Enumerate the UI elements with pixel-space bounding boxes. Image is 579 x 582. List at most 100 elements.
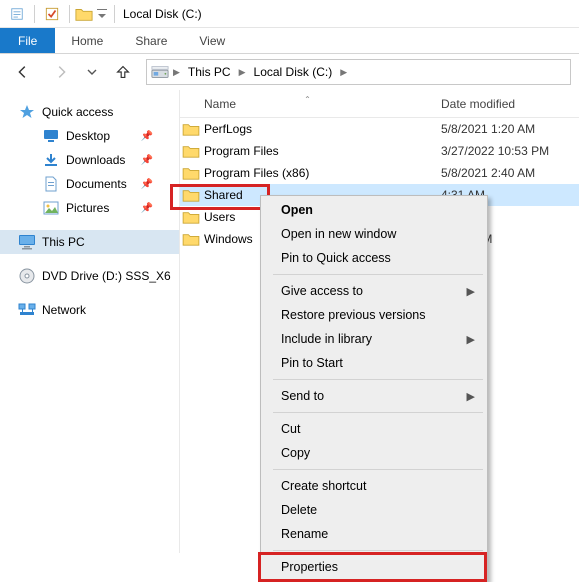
tab-file[interactable]: File (0, 28, 55, 53)
breadcrumb-label: This PC (188, 65, 231, 79)
menu-label: Include in library (281, 332, 372, 346)
menu-properties[interactable]: Properties (263, 555, 485, 579)
nav-back-button[interactable] (8, 59, 38, 85)
breadcrumb-local-disk[interactable]: Local Disk (C:) (250, 60, 337, 84)
documents-icon (42, 175, 60, 193)
menu-separator (273, 469, 483, 470)
nav-documents[interactable]: Documents 📌 (0, 172, 179, 196)
tab-view[interactable]: View (183, 28, 241, 53)
qat-checkbox-icon[interactable] (39, 3, 65, 25)
item-name: PerfLogs (204, 122, 435, 136)
nav-quick-access[interactable]: Quick access (0, 100, 179, 124)
nav-network[interactable]: Network (0, 298, 179, 322)
menu-open[interactable]: Open (263, 198, 485, 222)
disc-icon (18, 267, 36, 285)
folder-icon (180, 210, 204, 224)
nav-item-label: Network (42, 303, 86, 317)
menu-label: Give access to (281, 284, 363, 298)
menu-label: Pin to Start (281, 356, 343, 370)
tab-home[interactable]: Home (55, 28, 119, 53)
menu-label: Rename (281, 527, 328, 541)
menu-label: Properties (281, 560, 338, 574)
menu-include-in-library[interactable]: Include in library ▶ (263, 327, 485, 351)
item-date: 5/8/2021 2:40 AM (435, 166, 579, 180)
nav-item-label: Downloads (66, 153, 125, 167)
chevron-right-icon[interactable]: ▶ (237, 67, 248, 78)
menu-create-shortcut[interactable]: Create shortcut (263, 474, 485, 498)
folder-icon (180, 144, 204, 158)
titlebar-divider (114, 5, 115, 23)
pin-icon: 📌 (141, 131, 153, 142)
list-item[interactable]: Program Files 3/27/2022 10:53 PM (180, 140, 579, 162)
ribbon-tabs: File Home Share View (0, 28, 579, 54)
list-item[interactable]: PerfLogs 5/8/2021 1:20 AM (180, 118, 579, 140)
tab-share[interactable]: Share (119, 28, 183, 53)
menu-pin-quick-access[interactable]: Pin to Quick access (263, 246, 485, 270)
menu-give-access-to[interactable]: Give access to▶ (263, 279, 485, 303)
item-name: Program Files (204, 144, 435, 158)
nav-history-dropdown[interactable] (84, 59, 100, 85)
nav-desktop[interactable]: Desktop 📌 (0, 124, 179, 148)
chevron-right-icon: ▶ (467, 333, 475, 346)
column-label: Name (204, 97, 236, 111)
qat-dropdown-icon[interactable] (94, 3, 110, 25)
column-label: Date modified (441, 97, 515, 111)
menu-cut[interactable]: Cut (263, 417, 485, 441)
nav-forward-button[interactable] (46, 59, 76, 85)
pictures-icon (42, 199, 60, 217)
address-bar[interactable]: ▶ This PC ▶ Local Disk (C:) ▶ (146, 59, 571, 85)
titlebar: Local Disk (C:) (0, 0, 579, 28)
chevron-right-icon[interactable]: ▶ (338, 67, 349, 78)
nav-downloads[interactable]: Downloads 📌 (0, 148, 179, 172)
menu-label: Pin to Quick access (281, 251, 391, 265)
item-date: 5/8/2021 1:20 AM (435, 122, 579, 136)
menu-separator (273, 412, 483, 413)
menu-label: Delete (281, 503, 317, 517)
menu-separator (273, 274, 483, 275)
context-menu: Open Open in new window Pin to Quick acc… (260, 195, 488, 582)
desktop-icon (42, 127, 60, 145)
nav-item-label: Desktop (66, 129, 110, 143)
menu-separator (273, 550, 483, 551)
menu-restore-previous[interactable]: Restore previous versions (263, 303, 485, 327)
pin-icon: 📌 (141, 179, 153, 190)
menu-pin-to-start[interactable]: Pin to Start (263, 351, 485, 375)
breadcrumb-this-pc[interactable]: This PC (184, 60, 235, 84)
nav-this-pc[interactable]: This PC (0, 230, 179, 254)
folder-icon (180, 166, 204, 180)
network-icon (18, 301, 36, 319)
menu-separator (273, 379, 483, 380)
chevron-right-icon[interactable]: ▶ (171, 67, 182, 78)
downloads-icon (42, 151, 60, 169)
menu-copy[interactable]: Copy (263, 441, 485, 465)
column-name[interactable]: ⌃ Name (180, 97, 435, 111)
nav-item-label: Quick access (42, 105, 113, 119)
titlebar-divider (69, 5, 70, 23)
nav-item-label: Documents (66, 177, 127, 191)
nav-up-button[interactable] (108, 59, 138, 85)
menu-label: Open in new window (281, 227, 396, 241)
nav-item-label: This PC (42, 235, 85, 249)
menu-send-to[interactable]: Send to ▶ (263, 384, 485, 408)
titlebar-folder-icon (74, 5, 94, 23)
menu-rename[interactable]: Rename (263, 522, 485, 546)
nav-dvd-drive[interactable]: DVD Drive (D:) SSS_X6… (0, 264, 179, 288)
menu-delete[interactable]: Delete (263, 498, 485, 522)
breadcrumb-label: Local Disk (C:) (254, 65, 333, 79)
menu-label: Copy (281, 446, 310, 460)
menu-label: Send to (281, 389, 324, 403)
drive-icon (151, 64, 169, 80)
nav-item-label: DVD Drive (D:) SSS_X6… (42, 269, 172, 283)
qat-properties-icon[interactable] (4, 3, 30, 25)
list-item[interactable]: Program Files (x86) 5/8/2021 2:40 AM (180, 162, 579, 184)
nav-row: ▶ This PC ▶ Local Disk (C:) ▶ (0, 54, 579, 90)
nav-pictures[interactable]: Pictures 📌 (0, 196, 179, 220)
titlebar-divider (34, 5, 35, 23)
item-name: Program Files (x86) (204, 166, 435, 180)
menu-open-new-window[interactable]: Open in new window (263, 222, 485, 246)
monitor-icon (18, 233, 36, 251)
star-icon (18, 103, 36, 121)
column-date-modified[interactable]: Date modified (435, 97, 579, 111)
menu-label: Restore previous versions (281, 308, 426, 322)
chevron-right-icon: ▶ (467, 390, 475, 403)
